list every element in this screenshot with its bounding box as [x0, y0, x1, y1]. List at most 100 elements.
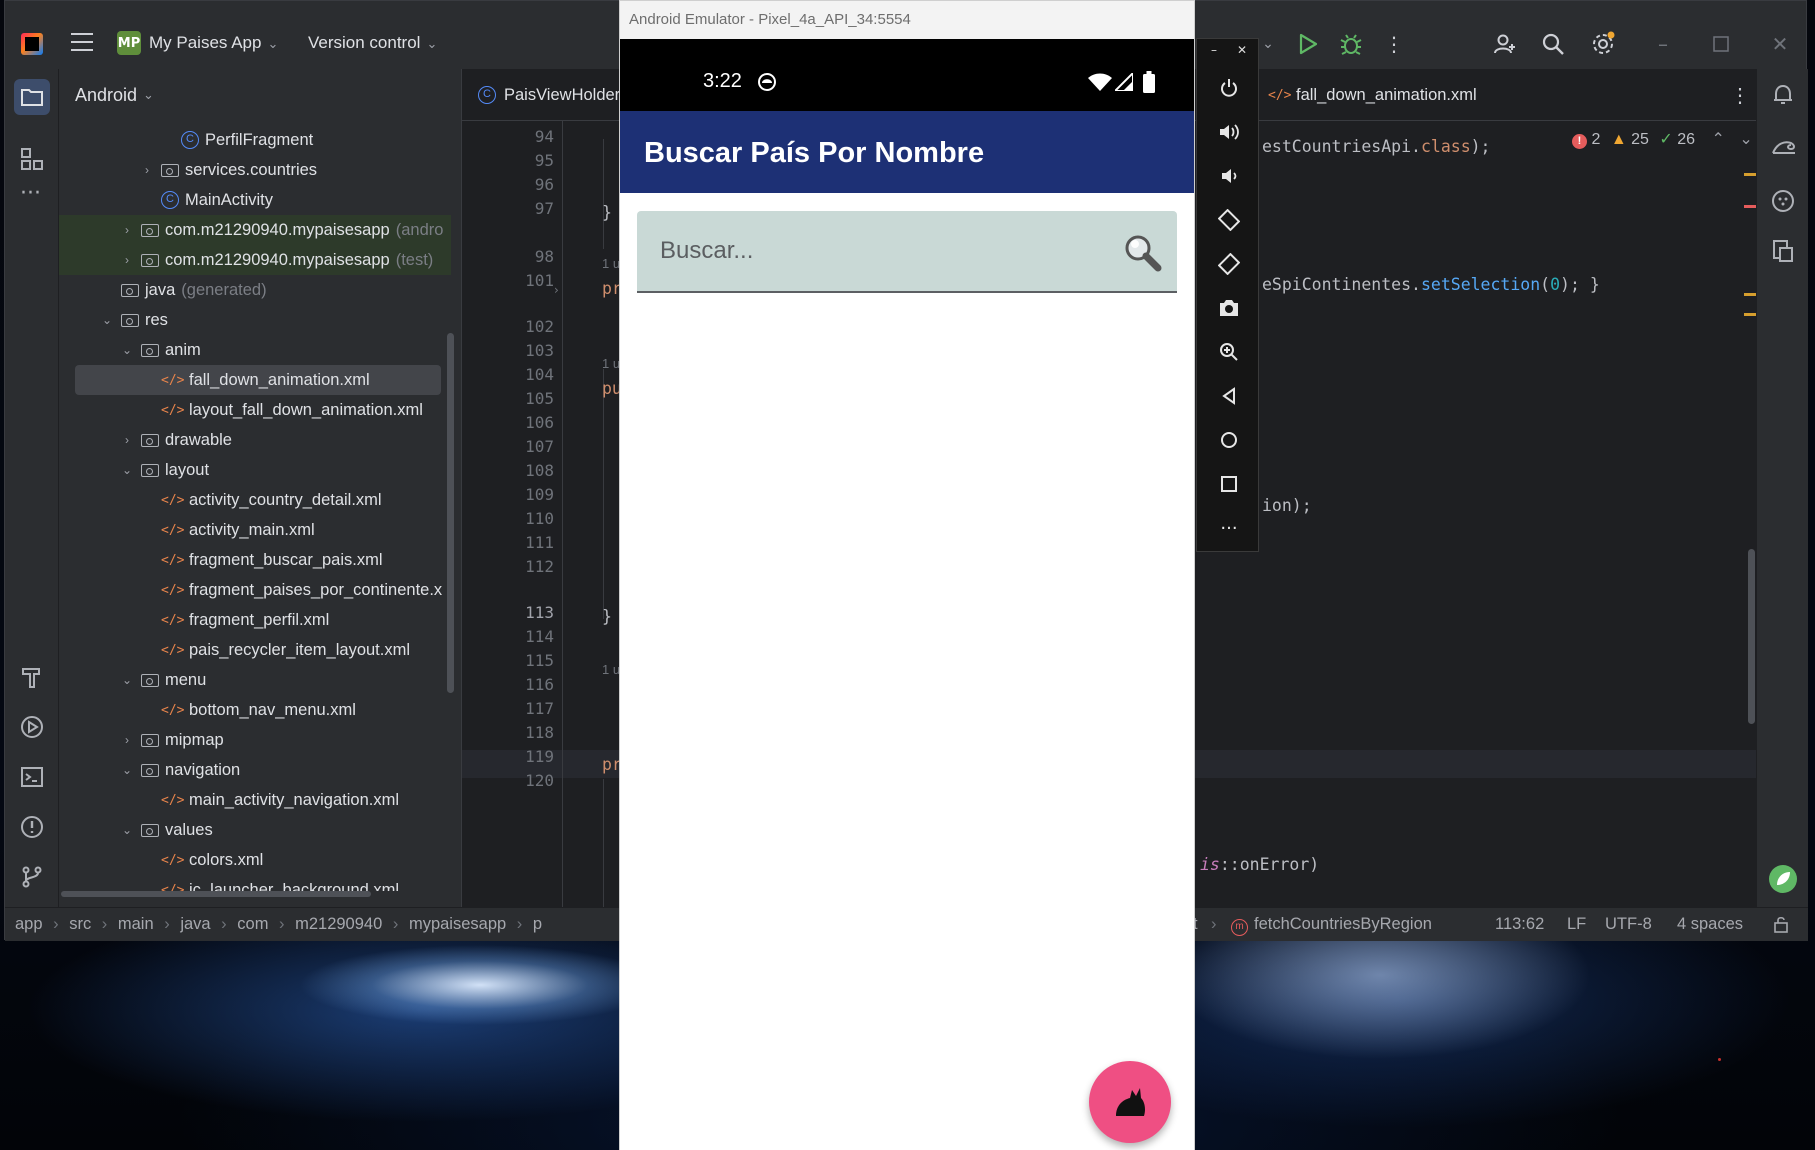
more-tools-icon[interactable]: ··· — [20, 181, 41, 206]
project-tree-item[interactable]: </> fall_down_animation.xml — [75, 365, 441, 395]
search-icon[interactable] — [1121, 231, 1165, 275]
line-number[interactable]: 95 — [462, 151, 554, 170]
project-tree-item[interactable]: java (generated) — [59, 275, 451, 305]
project-tree-item[interactable]: C PerfilFragment — [59, 125, 451, 155]
chevron-up-icon[interactable]: ⌃ — [1711, 131, 1724, 148]
line-number[interactable]: 113 — [462, 603, 554, 622]
vcs-selector[interactable]: Version control ⌄ — [308, 33, 437, 53]
close-icon[interactable]: ✕ — [1767, 31, 1793, 57]
project-tree-item[interactable]: </> ic_launcher_background.xml — [59, 875, 451, 892]
minimize-icon[interactable]: – — [1650, 31, 1676, 57]
line-number[interactable]: 96 — [462, 175, 554, 194]
project-tree-item[interactable]: </> activity_country_detail.xml — [59, 485, 451, 515]
line-number[interactable]: 119 — [462, 747, 554, 766]
caret-position[interactable]: 113:62 — [1495, 915, 1544, 934]
profile-fab-button[interactable] — [1089, 1061, 1171, 1143]
project-tree-item[interactable]: › drawable — [59, 425, 451, 455]
line-number[interactable]: 104 — [462, 365, 554, 384]
breadcrumb-item[interactable]: mypaisesapp — [409, 915, 506, 933]
project-tree-item[interactable]: ⌄ navigation — [59, 755, 451, 785]
tab-pais-view-holder[interactable]: C PaisViewHolder — [478, 69, 620, 121]
terminal-icon[interactable] — [20, 765, 44, 793]
chevron-down-icon[interactable]: ⌄ — [1739, 131, 1752, 148]
debug-icon[interactable] — [1338, 31, 1364, 57]
expand-chevron-icon[interactable]: ⌄ — [119, 463, 135, 477]
line-number[interactable]: 116 — [462, 675, 554, 694]
fold-arrow-icon[interactable]: › — [554, 283, 559, 297]
inspection-widget[interactable]: ! 2 ▲ 25 ✓ 26 ⌃ ⌄ — [1572, 129, 1753, 149]
breadcrumb-item[interactable]: java — [180, 915, 210, 933]
camera-icon[interactable] — [1215, 294, 1243, 322]
search-input[interactable] — [637, 211, 1107, 291]
project-tree-item[interactable]: ⌄ layout — [59, 455, 451, 485]
breadcrumb-item[interactable]: p — [533, 915, 542, 933]
home-icon[interactable] — [1215, 426, 1243, 454]
more-vertical-icon[interactable]: ⋮ — [1381, 31, 1407, 57]
project-tree-item[interactable]: </> colors.xml — [59, 845, 451, 875]
expand-chevron-icon[interactable]: ⌄ — [119, 673, 135, 687]
project-tree-item[interactable]: › com.m21290940.mypaisesapp (andro — [59, 215, 451, 245]
build-hammer-icon[interactable] — [20, 665, 44, 693]
project-scrollbar[interactable] — [447, 333, 454, 693]
line-number[interactable]: 106 — [462, 413, 554, 432]
project-tree-item[interactable]: </> fragment_paises_por_continente.x — [59, 575, 451, 605]
project-tree-item[interactable]: › com.m21290940.mypaisesapp (test) — [59, 245, 451, 275]
tab-fall-down-animation[interactable]: </> fall_down_animation.xml — [1268, 69, 1477, 121]
line-number[interactable]: 97 — [462, 199, 554, 218]
expand-chevron-icon[interactable]: ⌄ — [119, 823, 135, 837]
line-number[interactable]: 108 — [462, 461, 554, 480]
expand-chevron-icon[interactable]: › — [119, 733, 135, 747]
project-view-selector[interactable]: Android ⌄ — [59, 69, 461, 121]
line-number[interactable]: 110 — [462, 509, 554, 528]
project-tree-item[interactable]: C MainActivity — [59, 185, 451, 215]
notifications-bell-icon[interactable] — [1771, 83, 1795, 111]
device-explorer-icon[interactable] — [1771, 239, 1795, 267]
line-number[interactable]: 109 — [462, 485, 554, 504]
line-number[interactable]: 114 — [462, 627, 554, 646]
device-manager-icon[interactable] — [1771, 189, 1795, 217]
project-tree-item[interactable]: ⌄ menu — [59, 665, 451, 695]
project-badge[interactable]: MP — [117, 31, 141, 55]
project-tree-item[interactable]: </> bottom_nav_menu.xml — [59, 695, 451, 725]
line-number[interactable]: 120 — [462, 771, 554, 790]
breadcrumb-method[interactable]: m fetchCountriesByRegion — [1231, 915, 1432, 936]
expand-chevron-icon[interactable]: › — [119, 223, 135, 237]
project-tree-item[interactable]: ⌄ values — [59, 815, 451, 845]
line-number[interactable]: 98 — [462, 247, 554, 266]
ide-logo-icon[interactable] — [21, 33, 43, 55]
problems-icon[interactable] — [20, 815, 44, 843]
zoom-icon[interactable] — [1215, 338, 1243, 366]
spring-leaf-icon[interactable] — [1769, 865, 1797, 893]
breadcrumb-item[interactable]: app — [15, 915, 43, 933]
line-number[interactable]: 112 — [462, 557, 554, 576]
git-branch-icon[interactable] — [20, 865, 44, 893]
project-folder-icon[interactable] — [14, 79, 50, 115]
project-tree-item[interactable]: </> pais_recycler_item_layout.xml — [59, 635, 451, 665]
project-tree-item[interactable]: </> layout_fall_down_animation.xml — [59, 395, 451, 425]
structure-icon[interactable] — [20, 147, 44, 175]
power-icon[interactable] — [1215, 74, 1243, 102]
breadcrumb-item[interactable]: m21290940 — [295, 915, 382, 933]
overview-icon[interactable] — [1215, 470, 1243, 498]
gradle-icon[interactable] — [1771, 135, 1797, 163]
project-tree-item[interactable]: </> main_activity_navigation.xml — [59, 785, 451, 815]
editor-scrollbar[interactable] — [1748, 549, 1755, 724]
run-tool-icon[interactable] — [20, 715, 44, 743]
project-tree-item[interactable]: ⌄ anim — [59, 335, 451, 365]
line-number[interactable]: 105 — [462, 389, 554, 408]
expand-chevron-icon[interactable]: › — [119, 253, 135, 267]
project-tree-item[interactable]: </> fragment_perfil.xml — [59, 605, 451, 635]
line-number[interactable]: 102 — [462, 317, 554, 336]
search-field[interactable] — [637, 211, 1177, 293]
project-h-scrollbar[interactable] — [61, 891, 371, 897]
breadcrumb-item[interactable]: main — [118, 915, 154, 933]
line-number[interactable]: 101 — [462, 271, 554, 290]
volume-up-icon[interactable] — [1215, 118, 1243, 146]
line-number[interactable]: 115 — [462, 651, 554, 670]
line-number[interactable]: 103 — [462, 341, 554, 360]
indent-setting[interactable]: 4 spaces — [1677, 915, 1743, 934]
line-number[interactable]: 118 — [462, 723, 554, 742]
rotate-right-icon[interactable] — [1215, 250, 1243, 278]
expand-chevron-icon[interactable]: ⌄ — [99, 313, 115, 327]
project-tree-item[interactable]: › services.countries — [59, 155, 451, 185]
